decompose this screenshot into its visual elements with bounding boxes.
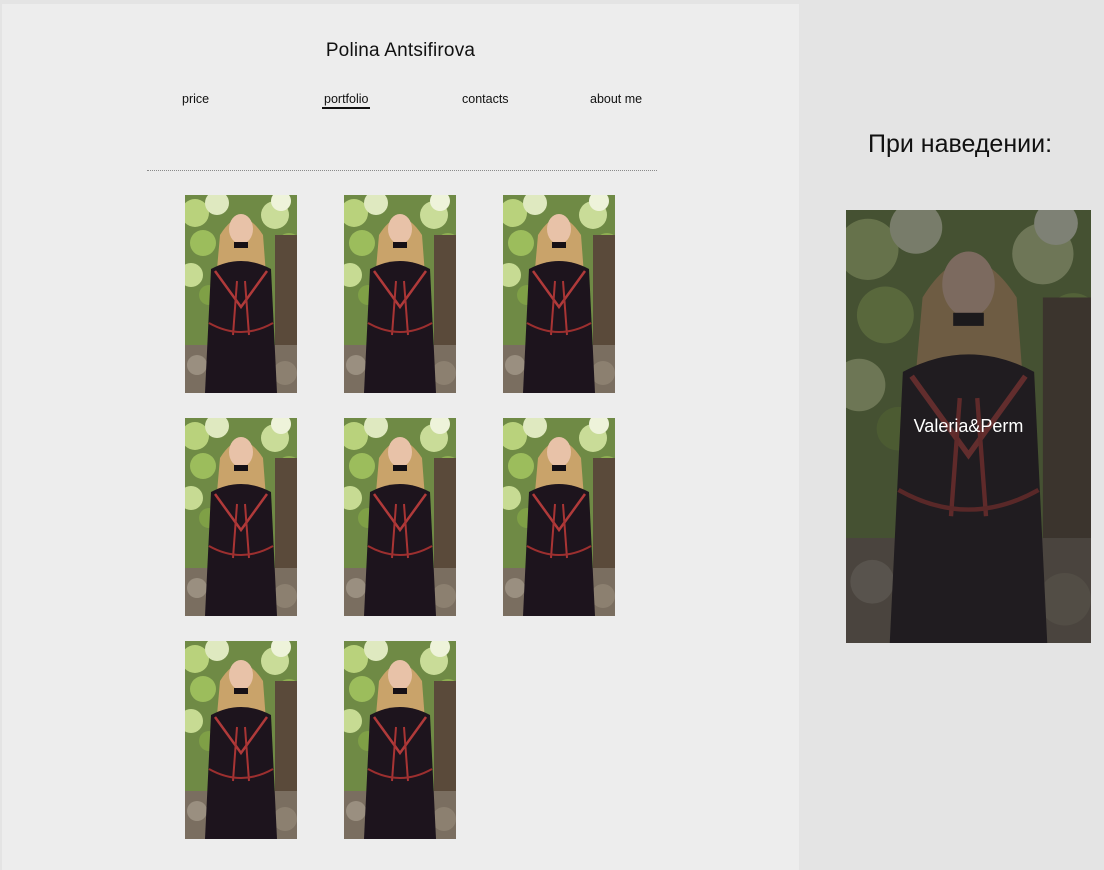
- portfolio-thumbnail[interactable]: [185, 195, 297, 393]
- nav-link-price[interactable]: price: [182, 92, 209, 106]
- portfolio-photo: [185, 641, 297, 839]
- portfolio-photo: [344, 195, 456, 393]
- portfolio-photo: [185, 418, 297, 616]
- portfolio-thumbnail[interactable]: [503, 418, 615, 616]
- portfolio-thumbnail[interactable]: [185, 641, 297, 839]
- portfolio-thumbnail[interactable]: [344, 195, 456, 393]
- page-artboard: Polina Antsifirova price portfolio conta…: [2, 4, 799, 870]
- portfolio-photo: [344, 641, 456, 839]
- portfolio-photo: [344, 418, 456, 616]
- portfolio-thumbnail-hover[interactable]: Valeria&Perm: [846, 210, 1091, 643]
- portfolio-thumbnail[interactable]: [503, 195, 615, 393]
- portfolio-thumbnail[interactable]: [344, 418, 456, 616]
- nav-link-portfolio[interactable]: portfolio: [322, 92, 371, 109]
- header-divider: [147, 170, 657, 171]
- portfolio-photo: [185, 195, 297, 393]
- site-title: Polina Antsifirova: [325, 40, 476, 61]
- nav-link-contacts[interactable]: contacts: [462, 92, 509, 106]
- album-title: Valeria&Perm: [913, 416, 1024, 436]
- nav-link-about-me[interactable]: about me: [590, 92, 642, 106]
- portfolio-photo: [503, 418, 615, 616]
- portfolio-photo: [503, 195, 615, 393]
- portfolio-thumbnail[interactable]: [185, 418, 297, 616]
- portfolio-thumbnail[interactable]: [344, 641, 456, 839]
- hover-state-caption: При наведении:: [868, 130, 1053, 158]
